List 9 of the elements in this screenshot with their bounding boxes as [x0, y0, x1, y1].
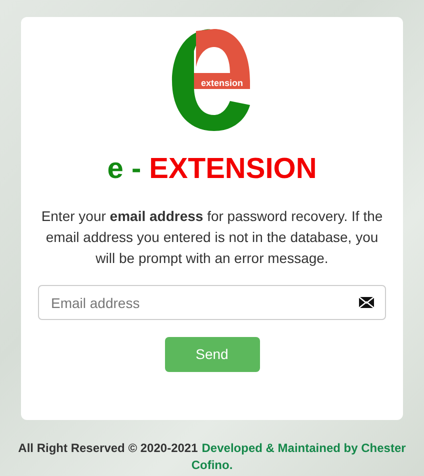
credit-link[interactable]: Developed & Maintained by Chester: [202, 440, 406, 457]
credit-link[interactable]: Cofino.: [191, 457, 233, 474]
email-field[interactable]: Email address: [38, 285, 386, 320]
instructions-text: Enter your email address for password recovery. If the email address you entered is not in the database, you will be prompt with an error message.: [40, 207, 384, 268]
send-button[interactable]: Send: [164, 337, 260, 372]
app-title: e - EXTENSION: [107, 155, 317, 184]
copyright-text: All Right Reserved © 2020-2021: [18, 440, 198, 457]
envelope-icon: [359, 297, 374, 308]
logo-text: extension: [201, 78, 243, 88]
